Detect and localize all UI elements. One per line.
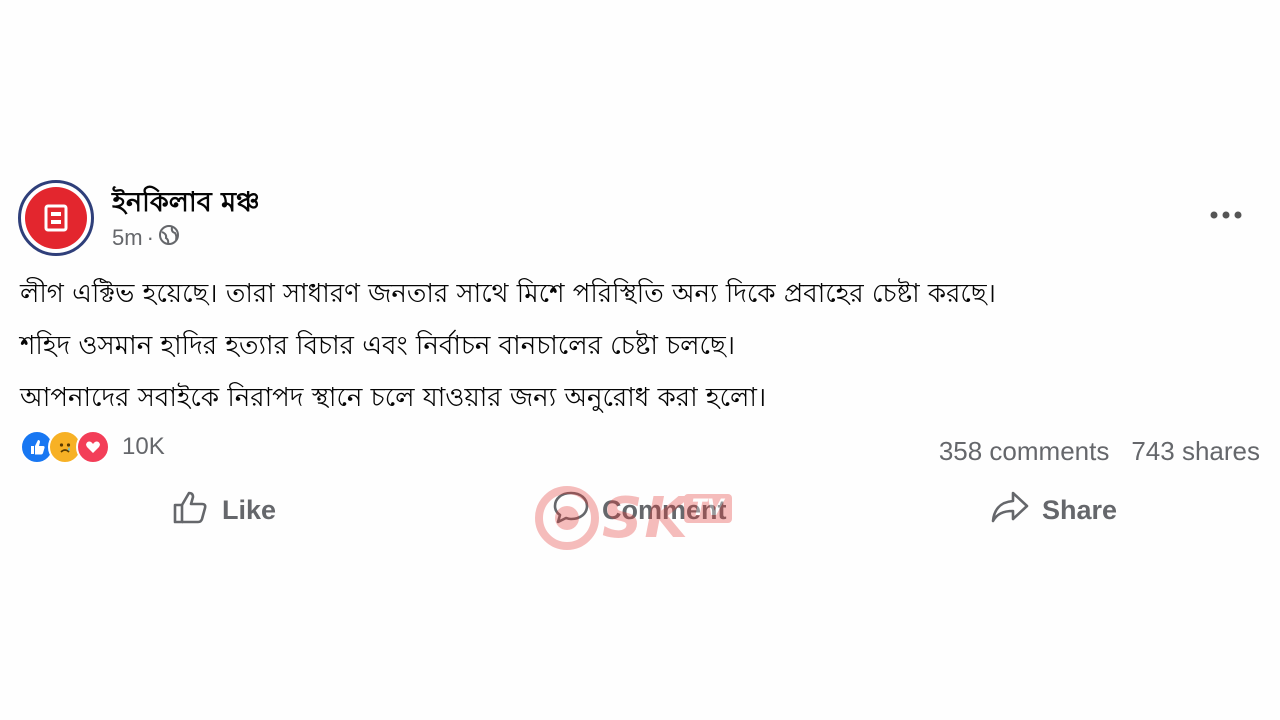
reaction-summary[interactable]: 10K — [20, 430, 165, 464]
comment-button[interactable]: Comment — [552, 480, 727, 540]
share-label: Share — [1042, 494, 1118, 525]
post-meta: 5m · — [112, 224, 180, 252]
more-options-icon[interactable] — [1208, 200, 1244, 230]
page-name[interactable]: ইনকিলাব মঞ্চ — [112, 182, 260, 227]
globe-icon — [158, 224, 180, 252]
comment-label: Comment — [602, 494, 727, 525]
meta-separator: · — [146, 225, 154, 250]
love-reaction-icon — [76, 430, 110, 464]
engagement-stats: 358 comments 743 shares — [939, 436, 1260, 467]
post-card: ইনকিলাব মঞ্চ 5m · লীগ এক্টিভ হয়েছে। তার… — [0, 0, 1280, 720]
post-line: লীগ এক্টিভ হয়েছে। তারা সাধারণ জনতার সাথ… — [20, 279, 996, 309]
comment-bubble-icon — [552, 489, 590, 532]
like-button[interactable]: Like — [172, 480, 276, 540]
page-avatar[interactable] — [18, 180, 94, 256]
share-arrow-icon — [990, 489, 1030, 532]
action-bar: Like Comment Share — [0, 480, 1280, 540]
shares-count[interactable]: 743 shares — [1131, 436, 1260, 467]
share-button[interactable]: Share — [990, 480, 1117, 540]
thumbs-up-icon — [172, 489, 210, 532]
like-label: Like — [222, 494, 277, 525]
page-logo-icon — [25, 187, 87, 249]
post-line: আপনাদের সবাইকে নিরাপদ স্থানে চলে যাওয়ার… — [20, 383, 767, 413]
post-line: শহিদ ওসমান হাদির হত্যার বিচার এবং নির্বা… — [20, 331, 736, 361]
post-time[interactable]: 5m — [112, 225, 143, 251]
comments-count[interactable]: 358 comments — [939, 436, 1110, 467]
reaction-count: 10K — [122, 433, 165, 460]
post-body: লীগ এক্টিভ হয়েছে। তারা সাধারণ জনতার সাথ… — [20, 268, 1260, 424]
